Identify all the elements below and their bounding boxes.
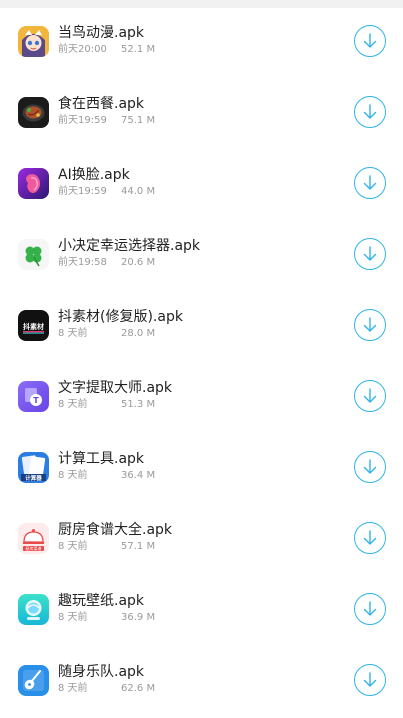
- file-name: 抖素材(修复版).apk: [58, 309, 183, 325]
- text-extract-icon: T: [18, 381, 49, 412]
- list-item[interactable]: 当鸟动漫.apk 前天20:00 52.1 M: [0, 8, 403, 79]
- file-time: 前天20:00: [58, 44, 107, 55]
- calculator-icon: 计算器: [18, 452, 49, 483]
- download-arrow-icon: [363, 317, 377, 332]
- download-button[interactable]: [354, 167, 386, 199]
- download-button[interactable]: [354, 380, 386, 412]
- dou-material-icon: 抖素材: [18, 310, 49, 341]
- file-size: 75.1 M: [121, 115, 156, 126]
- download-list: 当鸟动漫.apk 前天20:00 52.1 M 食在西餐.apk 前天19:59 7…: [0, 8, 403, 718]
- file-meta: 8 天前 36.4 M: [58, 470, 155, 482]
- file-size: 44.0 M: [121, 186, 156, 197]
- file-name: 趣玩壁纸.apk: [58, 593, 145, 609]
- file-size: 62.6 M: [121, 683, 156, 694]
- file-meta: 前天19:59 44.0 M: [58, 186, 155, 198]
- list-item[interactable]: 抖素材 抖素材(修复版).apk 8 天前 28.0 M: [0, 292, 403, 363]
- download-arrow-icon: [363, 459, 377, 474]
- file-size: 28.0 M: [121, 328, 156, 339]
- list-item[interactable]: 小决定幸运选择器.apk 前天19:58 20.6 M: [0, 221, 403, 292]
- file-name: 文字提取大师.apk: [58, 380, 173, 396]
- file-size: 36.9 M: [121, 612, 156, 623]
- download-button[interactable]: [354, 664, 386, 696]
- download-button[interactable]: [354, 96, 386, 128]
- wallpaper-icon: [18, 594, 49, 625]
- list-item[interactable]: AI换脸.apk 前天19:59 44.0 M: [0, 150, 403, 221]
- file-size: 51.3 M: [121, 399, 156, 410]
- file-size: 20.6 M: [121, 257, 156, 268]
- file-time: 8 天前: [58, 541, 88, 552]
- file-name: AI换脸.apk: [58, 167, 130, 183]
- file-time: 8 天前: [58, 612, 88, 623]
- download-arrow-icon: [363, 33, 377, 48]
- file-meta: 前天19:59 75.1 M: [58, 115, 155, 127]
- file-meta: 8 天前 62.6 M: [58, 683, 155, 695]
- file-size: 52.1 M: [121, 44, 156, 55]
- top-divider-bar: [0, 0, 403, 8]
- file-time: 前天19:59: [58, 115, 107, 126]
- file-name: 当鸟动漫.apk: [58, 25, 145, 41]
- file-size: 57.1 M: [121, 541, 156, 552]
- icon-label: 厨房菜谱: [26, 545, 42, 551]
- file-meta: 8 天前 51.3 M: [58, 399, 155, 411]
- file-time: 前天19:58: [58, 257, 107, 268]
- download-arrow-icon: [363, 246, 377, 261]
- file-time: 8 天前: [58, 683, 88, 694]
- download-button[interactable]: [354, 309, 386, 341]
- list-item[interactable]: 趣玩壁纸.apk 8 天前 36.9 M: [0, 576, 403, 647]
- file-time: 8 天前: [58, 328, 88, 339]
- download-button[interactable]: [354, 593, 386, 625]
- icon-label: 计算器: [25, 474, 42, 482]
- guitar-icon: [18, 665, 49, 696]
- file-name: 计算工具.apk: [58, 451, 145, 467]
- download-button[interactable]: [354, 451, 386, 483]
- list-item[interactable]: 计算器 计算工具.apk 8 天前 36.4 M: [0, 434, 403, 505]
- download-button[interactable]: [354, 522, 386, 554]
- chef-bell-icon: 厨房菜谱: [18, 523, 49, 554]
- icon-label: 抖素材: [23, 322, 44, 331]
- download-arrow-icon: [363, 175, 377, 190]
- list-item[interactable]: 随身乐队.apk 8 天前 62.6 M: [0, 647, 403, 718]
- download-arrow-icon: [363, 388, 377, 403]
- clover-icon: [18, 239, 49, 270]
- download-arrow-icon: [363, 601, 377, 616]
- file-meta: 前天20:00 52.1 M: [58, 44, 155, 56]
- file-name: 厨房食谱大全.apk: [58, 522, 173, 538]
- file-meta: 8 天前 57.1 M: [58, 541, 155, 553]
- download-button[interactable]: [354, 25, 386, 57]
- download-arrow-icon: [363, 672, 377, 687]
- file-meta: 前天19:58 20.6 M: [58, 257, 155, 269]
- svg-text:T: T: [33, 396, 39, 405]
- file-name: 小决定幸运选择器.apk: [58, 238, 201, 254]
- list-item[interactable]: 食在西餐.apk 前天19:59 75.1 M: [0, 79, 403, 150]
- file-name: 食在西餐.apk: [58, 96, 145, 112]
- file-time: 8 天前: [58, 399, 88, 410]
- download-button[interactable]: [354, 238, 386, 270]
- face-swap-icon: [18, 168, 49, 199]
- download-arrow-icon: [363, 530, 377, 545]
- file-meta: 8 天前 36.9 M: [58, 612, 155, 624]
- download-arrow-icon: [363, 104, 377, 119]
- steak-dish-icon: [18, 97, 49, 128]
- file-size: 36.4 M: [121, 470, 156, 481]
- file-meta: 8 天前 28.0 M: [58, 328, 155, 340]
- file-time: 前天19:59: [58, 186, 107, 197]
- list-item[interactable]: T 文字提取大师.apk 8 天前 51.3 M: [0, 363, 403, 434]
- file-time: 8 天前: [58, 470, 88, 481]
- file-name: 随身乐队.apk: [58, 664, 145, 680]
- list-item[interactable]: 厨房菜谱 厨房食谱大全.apk 8 天前 57.1 M: [0, 505, 403, 576]
- cartoon-girl-icon: [18, 26, 49, 57]
